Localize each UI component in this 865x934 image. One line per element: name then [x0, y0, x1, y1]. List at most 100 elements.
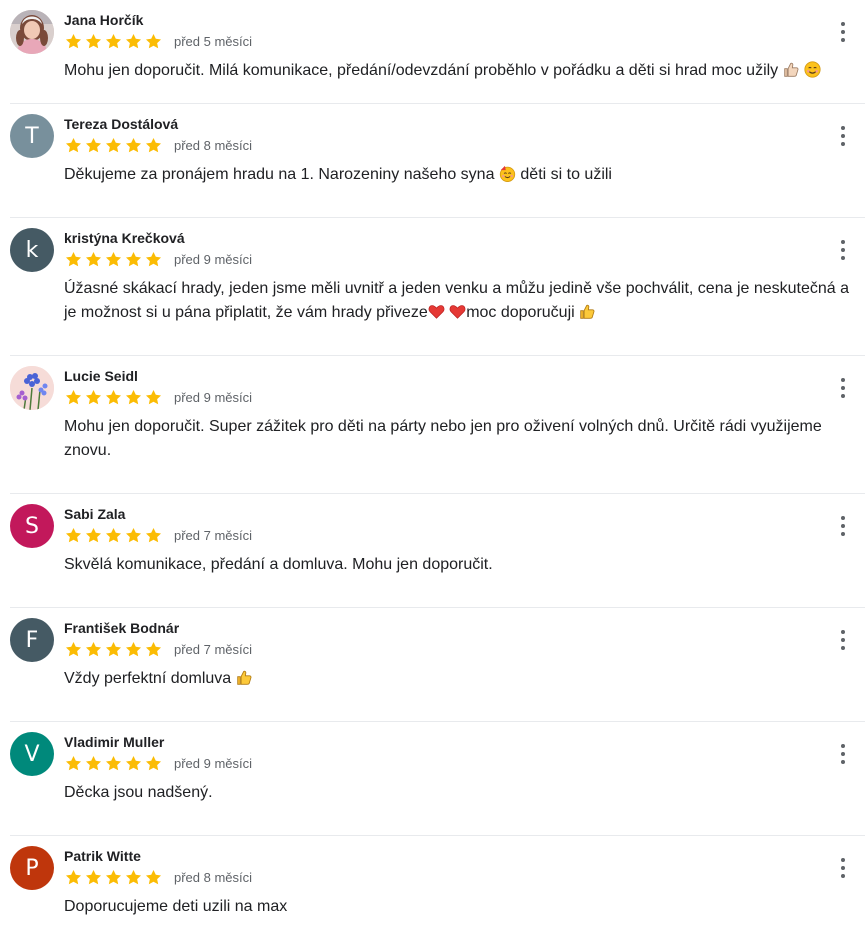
review-text-end: moc doporučuji [466, 304, 575, 321]
review-meta: před 8 měsíci [64, 867, 252, 887]
review-text: Mohu jen doporučit. Milá komunikace, pře… [64, 59, 864, 83]
star-rating [64, 526, 163, 545]
star-icon [125, 869, 142, 884]
review-text-body: Děkujeme za pronájem hradu na 1. Narozen… [64, 166, 495, 183]
review-date: před 5 měsíci [174, 33, 253, 49]
star-icon [105, 137, 122, 152]
star-icon [65, 251, 82, 266]
reviewer-name[interactable]: František Bodnár [64, 620, 179, 636]
review-text-body: Mohu jen doporučit. Milá komunikace, pře… [64, 62, 779, 79]
star-icon [145, 527, 162, 542]
star-icon [125, 137, 142, 152]
star-icon [105, 869, 122, 884]
review-text: Mohu jen doporučit. Super zážitek pro dě… [64, 418, 822, 459]
star-icon [105, 33, 122, 48]
review-meta: před 8 měsíci [64, 135, 252, 155]
reviewer-name[interactable]: Jana Horčík [64, 12, 143, 28]
review-date: před 9 měsíci [174, 755, 253, 771]
star-rating [64, 754, 163, 773]
more-options-button[interactable] [839, 22, 847, 42]
star-icon [65, 641, 82, 656]
star-icon [125, 755, 142, 770]
review-text-end: děti si to užili [520, 166, 612, 183]
star-icon [85, 641, 102, 656]
thumbs-up-light-icon [783, 62, 799, 77]
avatar-letter: P [25, 855, 39, 881]
star-icon [105, 641, 122, 656]
star-icon [105, 251, 122, 266]
star-icon [145, 251, 162, 266]
review-text: Doporucujeme deti uzili na max [64, 898, 288, 915]
review-item: T Tereza Dostálová před 8 měsíci Děkujem… [10, 104, 865, 218]
review-text: Skvělá komunikace, předání a domluva. Mo… [64, 556, 493, 573]
star-icon [125, 389, 142, 404]
star-icon [145, 33, 162, 48]
review-item: F František Bodnár před 7 měsíci Vždy pe… [10, 608, 865, 722]
star-icon [105, 527, 122, 542]
star-icon [65, 137, 82, 152]
star-rating [64, 250, 163, 269]
review-item: V Vladimir Muller před 9 měsíci Děcka js… [10, 722, 865, 836]
review-text: Úžasné skákací hrady, jeden jsme měli uv… [64, 277, 864, 325]
avatar-letter: F [25, 627, 39, 653]
star-icon [85, 251, 102, 266]
review-date: před 9 měsíci [174, 251, 253, 267]
review-text-body: Vždy perfektní domluva [64, 670, 232, 687]
review-meta: před 9 měsíci [64, 753, 252, 773]
avatar-letter: T [25, 123, 39, 149]
review-date: před 7 měsíci [174, 641, 253, 657]
review-meta: před 9 měsíci [64, 249, 252, 269]
reviewer-avatar[interactable] [10, 366, 54, 410]
avatar-letter: S [25, 513, 39, 539]
more-options-button[interactable] [839, 516, 847, 536]
thumbs-up-icon [236, 670, 252, 685]
heart-icon [449, 305, 466, 319]
flowers-photo-icon [10, 366, 54, 410]
thumbs-up-icon [580, 304, 595, 319]
star-icon [85, 527, 102, 542]
star-rating [64, 388, 163, 407]
review-meta: před 9 měsíci [64, 387, 252, 407]
star-icon [125, 251, 142, 266]
reviewer-name[interactable]: Tereza Dostálová [64, 116, 178, 132]
star-icon [105, 755, 122, 770]
reviewer-avatar[interactable]: F [10, 618, 54, 662]
star-icon [145, 137, 162, 152]
avatar-letter: k [25, 237, 39, 263]
review-text: Děkujeme za pronájem hradu na 1. Narozen… [64, 163, 864, 187]
star-icon [125, 641, 142, 656]
more-options-button[interactable] [839, 126, 847, 146]
reviewer-avatar[interactable]: V [10, 732, 54, 776]
avatar-letter: V [24, 741, 40, 767]
star-icon [85, 869, 102, 884]
reviewer-avatar[interactable]: k [10, 228, 54, 272]
more-options-button[interactable] [839, 630, 847, 650]
star-icon [145, 869, 162, 884]
star-icon [65, 389, 82, 404]
star-icon [65, 755, 82, 770]
smile-icon [804, 61, 821, 78]
reviews-list: Jana Horčík před 5 měsíci Mohu jen dopor… [0, 0, 865, 934]
reviewer-name[interactable]: kristýna Krečková [64, 230, 185, 246]
star-rating [64, 136, 163, 155]
star-rating [64, 868, 163, 887]
star-icon [85, 755, 102, 770]
review-text: Vždy perfektní domluva [64, 667, 864, 691]
reviewer-avatar[interactable]: S [10, 504, 54, 548]
reviewer-avatar[interactable] [10, 10, 54, 54]
star-icon [105, 389, 122, 404]
review-text: Děcka jsou nadšený. [64, 784, 213, 801]
star-icon [65, 33, 82, 48]
more-options-button[interactable] [839, 744, 847, 764]
reviewer-name[interactable]: Patrik Witte [64, 848, 141, 864]
more-options-button[interactable] [839, 240, 847, 260]
reviewer-avatar[interactable]: T [10, 114, 54, 158]
reviewer-avatar[interactable]: P [10, 846, 54, 890]
reviewer-name[interactable]: Sabi Zala [64, 506, 125, 522]
reviewer-name[interactable]: Lucie Seidl [64, 368, 138, 384]
review-item: k kristýna Krečková před 9 měsíci Úžasné… [10, 218, 865, 356]
reviewer-name[interactable]: Vladimir Muller [64, 734, 164, 750]
review-date: před 8 měsíci [174, 869, 253, 885]
more-options-button[interactable] [839, 858, 847, 878]
more-options-button[interactable] [839, 378, 847, 398]
